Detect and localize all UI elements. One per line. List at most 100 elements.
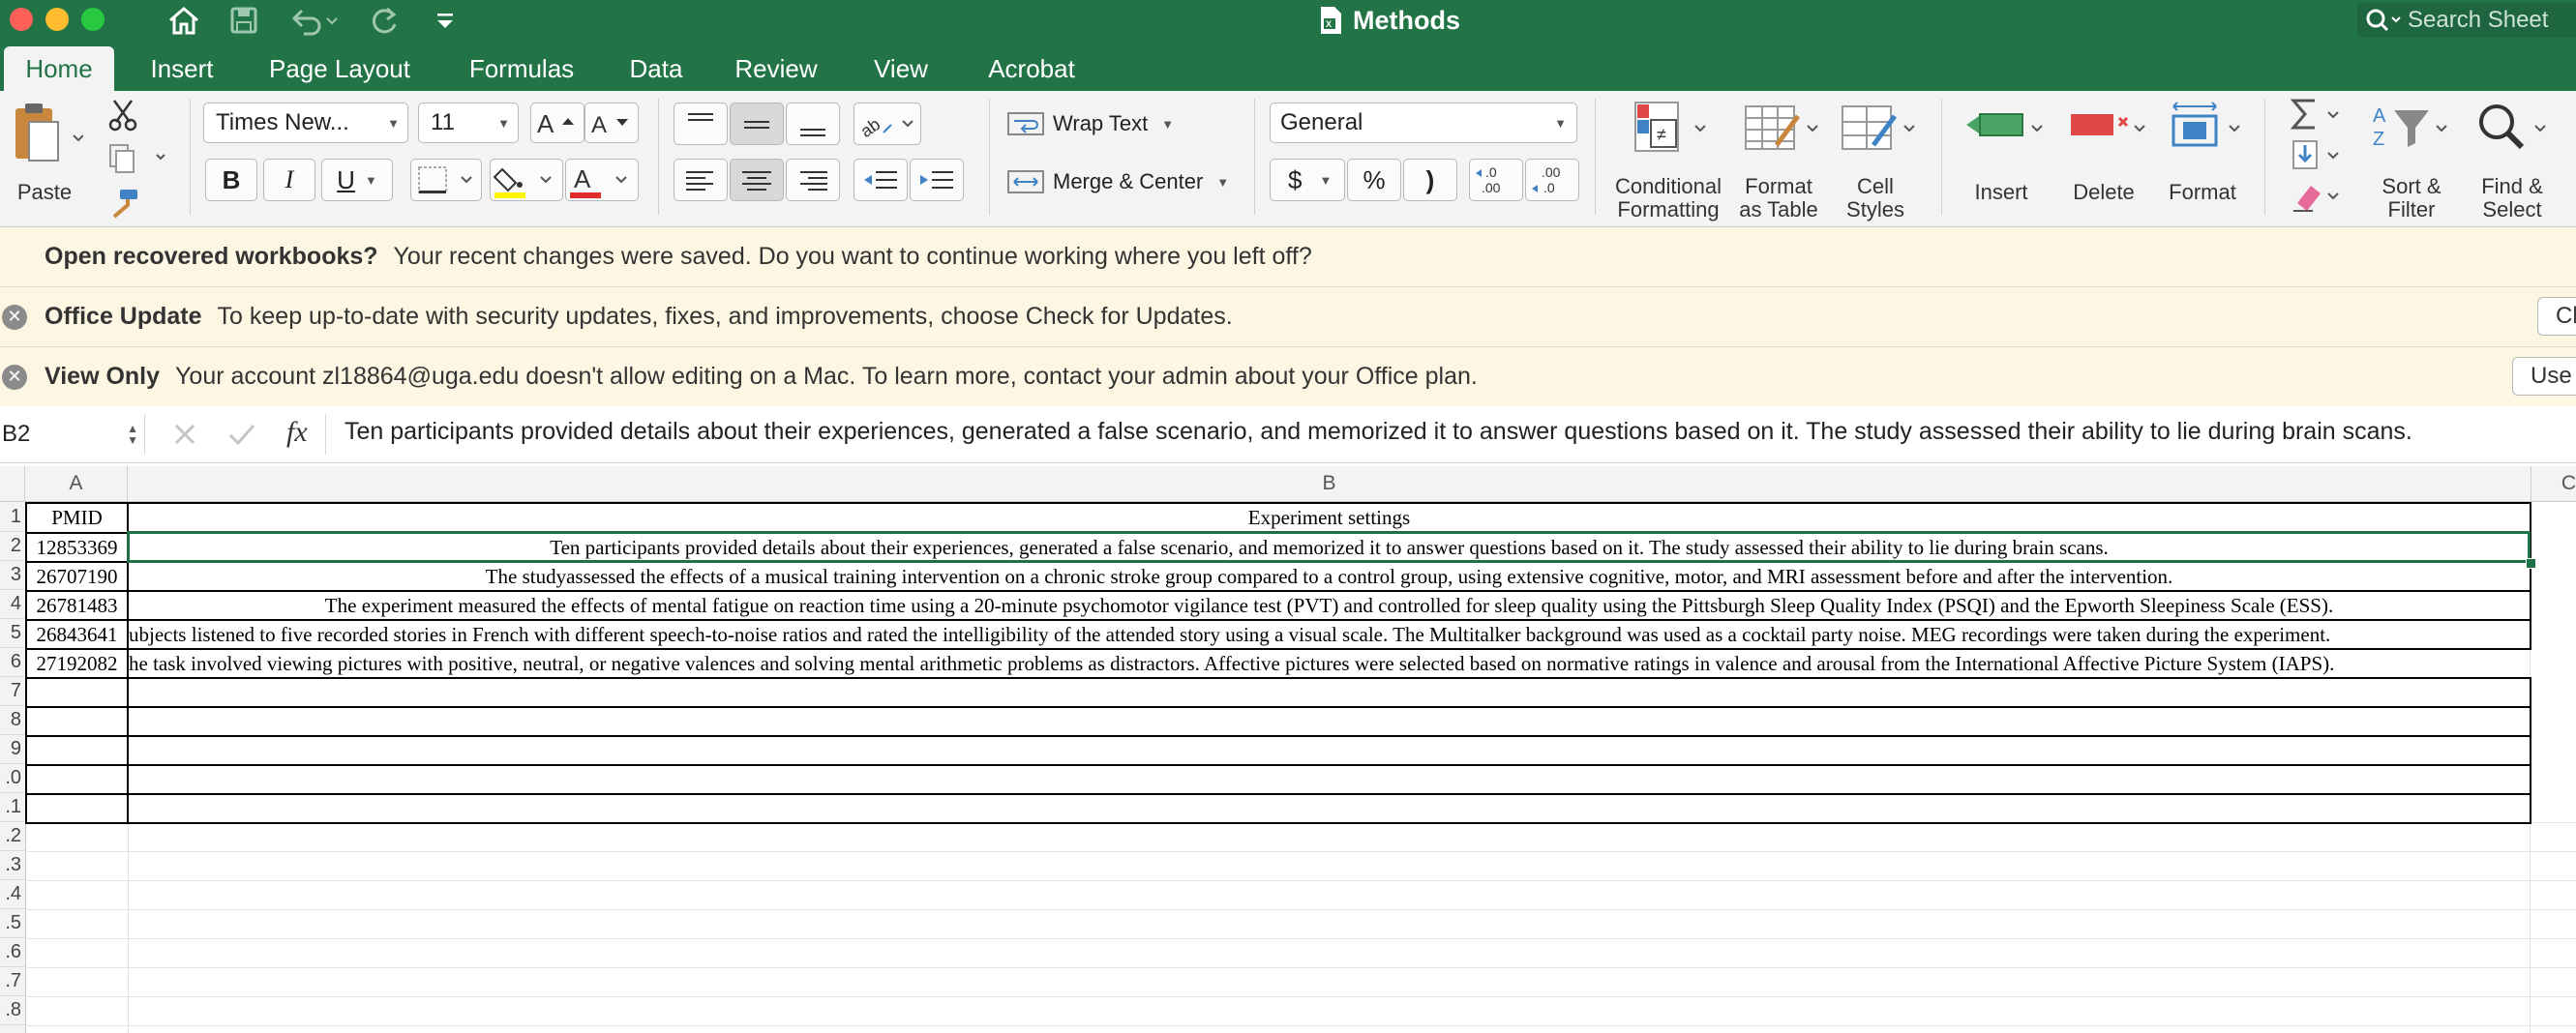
row-header[interactable]: 6 — [0, 648, 25, 677]
home-icon[interactable] — [166, 4, 201, 37]
empty-cell[interactable] — [129, 679, 2530, 706]
delete-cells-button[interactable]: Delete — [2055, 97, 2152, 221]
decrease-decimal-button[interactable]: .00.0 — [1525, 159, 1579, 201]
column-header-b[interactable]: B — [128, 466, 2531, 501]
decrease-indent-button[interactable] — [854, 159, 908, 201]
merge-center-button[interactable]: Merge & Center ▼ — [1006, 164, 1229, 199]
cell-pmid[interactable]: 27192082 — [27, 650, 127, 677]
comma-style-button[interactable]: ) — [1403, 159, 1457, 201]
minimize-window-button[interactable] — [45, 8, 69, 31]
underline-button[interactable]: U ▼ — [321, 159, 393, 201]
cancel-entry-icon[interactable] — [170, 420, 199, 449]
select-all-corner[interactable] — [0, 466, 25, 501]
row-header[interactable]: 2 — [0, 532, 25, 561]
wrap-text-button[interactable]: Wrap Text ▼ — [1006, 106, 1174, 141]
row-header[interactable]: .6 — [0, 938, 25, 967]
row-header[interactable]: .8 — [0, 996, 25, 1025]
stepper-icon[interactable]: ▲ ▼ — [127, 423, 138, 446]
cell-experiment-settings[interactable]: ubjects listened to five recorded storie… — [129, 621, 2576, 648]
align-center-button[interactable] — [730, 159, 784, 201]
cell-experiment-settings[interactable]: The experiment measured the effects of m… — [129, 592, 2530, 619]
empty-cell[interactable] — [27, 737, 127, 764]
tab-acrobat[interactable]: Acrobat — [975, 46, 1088, 91]
bold-button[interactable]: B — [205, 159, 257, 201]
font-size-dropdown[interactable]: 11 ▼ — [418, 103, 519, 143]
row-header[interactable]: .0 — [0, 764, 25, 793]
insert-cells-button[interactable]: Insert — [1953, 97, 2050, 221]
tab-insert[interactable]: Insert — [135, 46, 228, 91]
tab-page-layout[interactable]: Page Layout — [257, 46, 422, 91]
find-select-button[interactable]: Find & Select — [2464, 97, 2561, 221]
close-icon[interactable]: ✕ — [2, 304, 27, 330]
cell-b1-header[interactable]: Experiment settings — [129, 504, 2530, 532]
cut-icon[interactable] — [106, 99, 139, 132]
currency-button[interactable]: $ ▼ — [1270, 159, 1345, 201]
tab-review[interactable]: Review — [728, 46, 824, 91]
conditional-formatting-button[interactable]: ≠ Conditional Formatting — [1608, 97, 1728, 221]
empty-cell[interactable] — [129, 795, 2530, 822]
zoom-window-button[interactable] — [81, 8, 105, 31]
row-header[interactable]: 3 — [0, 561, 25, 590]
align-left-button[interactable] — [674, 159, 728, 201]
row-header[interactable]: 5 — [0, 619, 25, 648]
orientation-button[interactable]: ab — [854, 103, 921, 145]
empty-cell[interactable] — [129, 737, 2530, 764]
tab-formulas[interactable]: Formulas — [459, 46, 584, 91]
empty-cell[interactable] — [27, 795, 127, 822]
customize-toolbar-icon[interactable] — [434, 4, 457, 37]
cell-experiment-settings[interactable]: he task involved viewing pictures with p… — [129, 650, 2576, 677]
cell-a1-header[interactable]: PMID — [27, 504, 127, 532]
fill-color-button[interactable] — [490, 159, 563, 201]
check-for-updates-button[interactable]: Ch — [2537, 297, 2576, 336]
align-bottom-button[interactable] — [786, 103, 840, 145]
row-header[interactable]: 1 — [0, 502, 25, 532]
align-top-button[interactable] — [674, 103, 728, 145]
row-header[interactable]: 9 — [0, 735, 25, 764]
copy-icon[interactable] — [106, 143, 168, 174]
cell-pmid[interactable]: 12853369 — [27, 534, 127, 561]
cell-pmid[interactable]: 26781483 — [27, 592, 127, 619]
number-format-dropdown[interactable]: General ▼ — [1270, 103, 1577, 143]
increase-decimal-button[interactable]: .0.00 — [1469, 159, 1523, 201]
decrease-font-size-button[interactable]: A — [584, 103, 639, 143]
empty-cell[interactable] — [27, 766, 127, 793]
use-button[interactable]: Use — [2512, 357, 2576, 396]
tab-home[interactable]: Home — [4, 46, 114, 91]
empty-cell[interactable] — [129, 708, 2530, 735]
row-header[interactable]: .3 — [0, 851, 25, 880]
tab-data[interactable]: Data — [619, 46, 693, 91]
fill-handle[interactable] — [2526, 558, 2536, 569]
autosum-button[interactable] — [2288, 95, 2346, 133]
row-header[interactable]: 8 — [0, 706, 25, 735]
empty-cell[interactable] — [27, 708, 127, 735]
row-header[interactable]: .4 — [0, 880, 25, 909]
row-header[interactable]: 7 — [0, 677, 25, 706]
formula-input[interactable]: Ten participants provided details about … — [344, 418, 2412, 446]
cell-pmid[interactable]: 26843641 — [27, 621, 127, 648]
format-cells-button[interactable]: Format — [2154, 97, 2251, 221]
row-header[interactable]: .5 — [0, 909, 25, 938]
insert-function-icon[interactable]: fx — [286, 416, 308, 449]
row-header[interactable]: .7 — [0, 967, 25, 996]
font-color-button[interactable]: A — [565, 159, 639, 201]
cell-experiment-settings[interactable]: The studyassessed the effects of a music… — [129, 563, 2530, 590]
empty-cell[interactable] — [27, 679, 127, 706]
font-name-dropdown[interactable]: Times New... ▼ — [203, 103, 408, 143]
tab-view[interactable]: View — [859, 46, 943, 91]
format-painter-icon[interactable] — [106, 188, 141, 219]
align-middle-button[interactable] — [730, 103, 784, 145]
confirm-entry-icon[interactable] — [226, 420, 257, 449]
save-icon[interactable] — [228, 4, 259, 37]
format-as-table-button[interactable]: Format as Table — [1732, 97, 1825, 221]
percent-button[interactable]: % — [1347, 159, 1401, 201]
sort-filter-button[interactable]: AZ Sort & Filter — [2365, 97, 2458, 221]
cell-styles-button[interactable]: Cell Styles — [1829, 97, 1922, 221]
paste-button[interactable]: Paste — [6, 101, 85, 209]
close-window-button[interactable] — [10, 8, 33, 31]
fill-button[interactable] — [2288, 137, 2346, 174]
redo-icon[interactable] — [368, 4, 401, 37]
cell-pmid[interactable]: 26707190 — [27, 563, 127, 590]
row-header[interactable]: 4 — [0, 590, 25, 619]
italic-button[interactable]: I — [263, 159, 315, 201]
column-header-a[interactable]: A — [25, 466, 128, 501]
